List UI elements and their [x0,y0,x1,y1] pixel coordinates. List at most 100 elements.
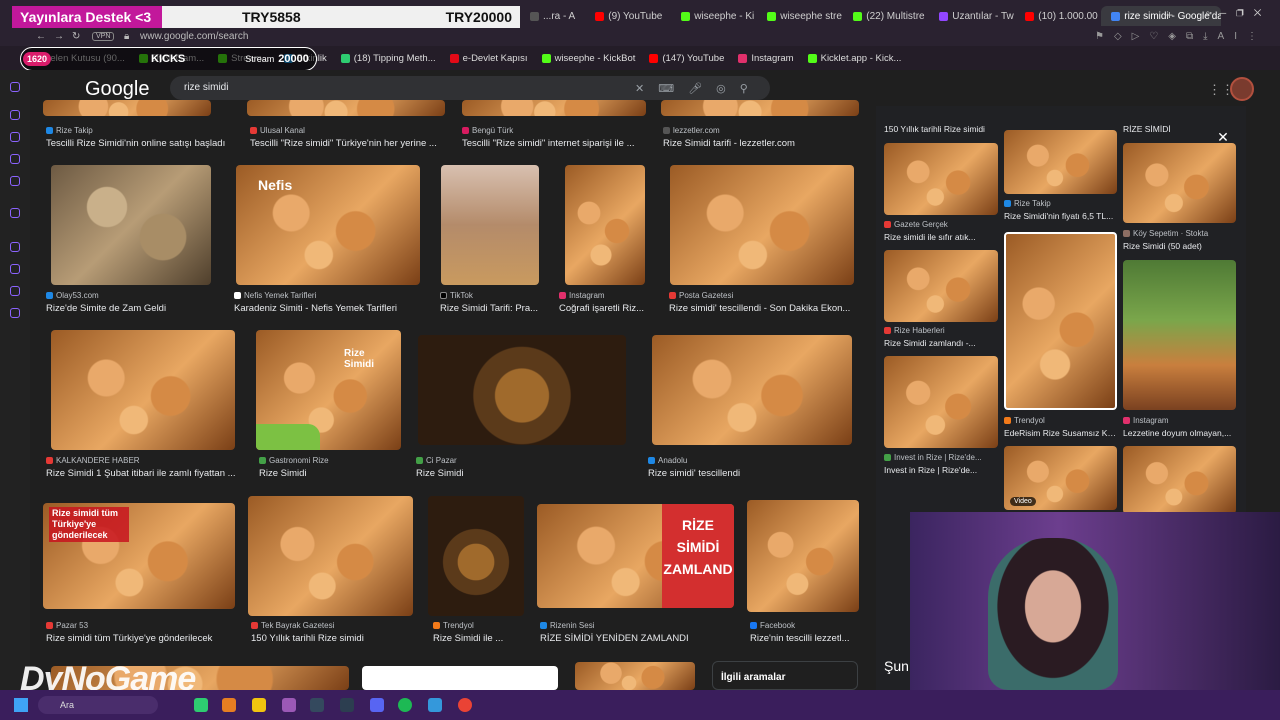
result-source[interactable]: Olay53.com [46,291,99,300]
result-source[interactable]: Rizenin Sesi [540,621,594,630]
tab-1[interactable]: (9) YouTube [585,6,671,26]
result-title[interactable]: Coğrafi işaretli Riz... [559,303,649,314]
panel-image[interactable] [1123,446,1236,514]
result-source[interactable]: lezzetler.com [663,126,720,135]
forward-icon[interactable]: → [54,31,64,42]
panel-source[interactable]: Köy Sepetim · Stokta [1123,229,1208,238]
sidebar-icon[interactable] [10,176,20,186]
panel-image[interactable] [884,250,998,322]
result-image[interactable] [747,500,859,612]
result-image[interactable] [247,100,445,116]
result-source[interactable]: Instagram [559,291,605,300]
mic-icon[interactable]: 🎤︎ [688,82,702,95]
result-image[interactable] [43,100,211,116]
search-icon[interactable]: ⚲ [740,82,748,95]
result-title[interactable]: Rize simidi' tescillendi [648,468,848,479]
tab-4[interactable]: (22) Multistre [843,6,929,26]
result-title[interactable]: Tescilli "Rize simidi" internet siparişi… [462,138,642,149]
result-image[interactable] [418,335,626,445]
result-title[interactable]: RİZE SİMİDİ YENİDEN ZAMLANDI [540,633,740,644]
chrome-icon[interactable] [458,698,472,712]
clear-icon[interactable]: ✕ [635,82,644,95]
sidebar-icon[interactable] [10,286,20,296]
result-title[interactable]: Rize Simidi ile ... [433,633,528,644]
tab-7[interactable]: rize simidi - Google'da A [1101,6,1222,26]
result-image[interactable] [51,165,211,285]
result-title[interactable]: Tescilli Rize Simidi'nin online satışı b… [46,138,236,149]
panel-title[interactable]: Rize Simidi'nin fiyatı 6,5 TL... [1004,211,1116,221]
result-image[interactable] [441,165,539,285]
result-source[interactable]: Ulusal Kanal [250,126,305,135]
result-image[interactable] [248,496,413,616]
result-title[interactable]: Rize Simidi [416,468,616,479]
result-image[interactable] [661,100,859,116]
settings-icon[interactable] [10,308,20,318]
panel-image[interactable] [1123,260,1236,410]
related-searches[interactable]: İlgili aramalar [712,661,858,690]
bookmark-item[interactable]: Kicklet.app - Kick... [807,53,901,64]
app-icon[interactable] [222,698,236,712]
panel-title[interactable]: Rize simidi ile sıfır atık... [884,232,996,242]
xbox-icon[interactable] [194,698,208,712]
panel-image[interactable] [884,356,998,448]
result-title[interactable]: Rize'de Simite de Zam Geldi [46,303,226,314]
result-title[interactable]: Rize Simidi tarifi - lezzetler.com [663,138,857,149]
bookmark-item[interactable]: (147) YouTube [649,53,724,64]
result-title[interactable]: Tescilli "Rize simidi" Türkiye'nin her y… [250,138,444,149]
panel-title[interactable]: 150 Yıllık tarihli Rize simidi [884,124,996,134]
result-title[interactable]: Rize Simidi 1 Şubat itibari ile zamlı fi… [46,468,240,479]
lens-icon[interactable]: ◎ [716,82,726,95]
result-image[interactable]: Nefis [236,165,420,285]
bookmark-item[interactable]: wiseephe - KickBot [541,53,635,64]
tab-5[interactable]: Uzantılar - Tw [929,6,1015,26]
panel-title[interactable]: Rize Simidi zamlandı -... [884,338,996,348]
result-image[interactable]: RİZE SİMİDİ ZAMLAND [537,504,734,608]
result-source[interactable]: Tek Bayrak Gazetesi [251,621,334,630]
tab-0[interactable]: ...ra - A [520,6,585,26]
result-source[interactable]: Ci Pazar [416,456,457,465]
discord-icon[interactable] [370,698,384,712]
panel-image[interactable] [1004,130,1117,194]
back-icon[interactable]: ← [36,31,46,42]
result-title[interactable]: Rize Simidi [259,468,399,479]
bookmark-item[interactable]: (18) Tipping Meth... [340,53,436,64]
panel-title[interactable]: Lezzetine doyum olmayan,... [1123,428,1235,438]
result-image[interactable] [670,165,854,285]
panel-video[interactable]: Video [1004,446,1117,510]
result-title[interactable]: Rize simidi' tescillendi - Son Dakika Ek… [669,303,857,314]
toolbar-icons[interactable]: ⚑◇▷♡◈⧉⤓AI⋮ [1095,31,1267,42]
result-source[interactable]: Pazar 53 [46,621,88,630]
result-image[interactable] [575,662,695,690]
result-title[interactable]: Rize Simidi Tarifi: Pra... [440,303,552,314]
result-image[interactable] [362,666,558,690]
bookmark-item[interactable]: e-Devlet Kapısı [449,53,528,64]
panel-title[interactable]: EdeRisim Rize Susamsız Kel... [1004,428,1116,438]
result-title[interactable]: Rize'nin tescilli lezzetl... [750,633,860,644]
sidebar-icon[interactable] [10,154,20,164]
result-source[interactable]: Posta Gazetesi [669,291,733,300]
result-image[interactable] [565,165,645,285]
keyboard-icon[interactable]: ⌨ [658,82,674,95]
panel-source[interactable]: Instagram [1123,416,1169,425]
panel-source[interactable]: Rize Takip [1004,199,1051,208]
panel-title[interactable]: Rize Simidi (50 adet) [1123,241,1235,251]
close-icon[interactable]: ✕ [1213,127,1233,147]
result-image[interactable] [652,335,852,445]
app-icon[interactable] [428,698,442,712]
vpn-badge[interactable]: VPN [92,32,115,41]
google-logo[interactable]: Google [85,78,150,101]
panel-source[interactable]: Invest in Rize | Rize'de... [884,453,982,462]
result-source[interactable]: Gastronomi Rize [259,456,329,465]
result-title[interactable]: Karadeniz Simiti - Nefis Yemek Tarifleri [234,303,424,314]
result-source[interactable]: TikTok [440,291,473,300]
avatar[interactable] [1230,77,1254,101]
window-controls[interactable]: ⌕–❐✕ [1205,8,1271,19]
panel-image[interactable] [1123,143,1236,223]
result-source[interactable]: Facebook [750,621,795,630]
sidebar-icon[interactable] [10,82,20,92]
result-title[interactable]: 150 Yıllık tarihli Rize simidi [251,633,411,644]
url-input[interactable]: www.google.com/search [140,31,248,42]
panel-source[interactable]: Gazete Gerçek [884,220,948,229]
panel-image[interactable] [1004,232,1117,410]
result-image[interactable] [428,496,524,616]
